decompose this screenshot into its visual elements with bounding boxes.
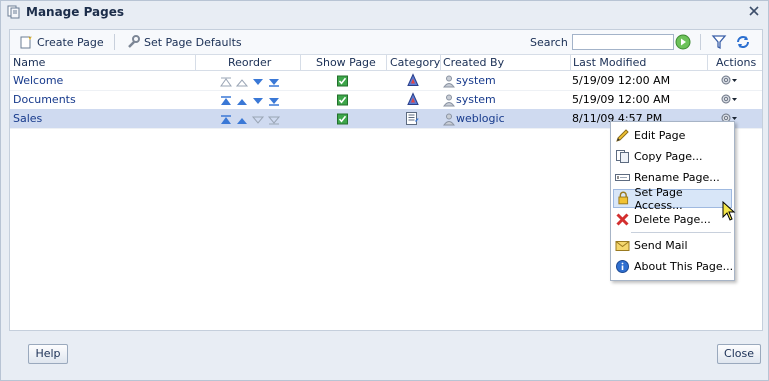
menu-item-label: Edit Page <box>634 129 686 142</box>
search-input[interactable] <box>572 34 674 50</box>
copy-icon <box>616 150 629 163</box>
wrench-icon <box>128 35 140 48</box>
close-icon[interactable] <box>748 5 760 17</box>
move-bottom-icon[interactable] <box>269 98 279 106</box>
checkbox-checked-icon[interactable] <box>337 112 348 126</box>
delete-x-icon <box>616 213 629 226</box>
move-bottom-icon[interactable] <box>269 79 279 87</box>
gear-actions-icon[interactable] <box>721 74 737 86</box>
created-by-link[interactable]: system <box>456 93 496 107</box>
pages-icon <box>7 5 20 19</box>
toolbar: Create Page Set Page Defaults Search <box>10 30 762 55</box>
column-category[interactable]: Category <box>390 56 440 70</box>
column-created-by[interactable]: Created By <box>443 56 504 70</box>
search-label: Search <box>530 36 568 49</box>
menu-item-delete-page[interactable]: Delete Page... <box>613 210 734 229</box>
gear-actions-icon[interactable] <box>721 93 737 105</box>
move-bottom-icon[interactable] <box>267 116 280 125</box>
column-divider <box>440 54 441 70</box>
table-row[interactable]: Documents system 5/19/09 12:00 AM <box>10 90 762 110</box>
menu-separator <box>631 232 731 233</box>
checkbox-checked-icon[interactable] <box>337 74 348 88</box>
category-icon <box>407 73 419 86</box>
document-category-icon <box>406 112 419 125</box>
move-top-icon[interactable] <box>221 115 231 124</box>
new-page-icon <box>20 36 32 49</box>
move-up-icon[interactable] <box>237 118 247 124</box>
column-divider <box>570 54 571 70</box>
menu-item-label: Copy Page... <box>634 150 703 163</box>
column-show-page: Show Page <box>316 56 376 69</box>
last-modified: 5/19/09 12:00 AM <box>572 93 671 106</box>
dialog-titlebar: Manage Pages <box>1 1 768 23</box>
menu-item-set-page-access[interactable]: Set Page Access... <box>613 186 732 212</box>
column-divider <box>195 54 196 70</box>
user-icon <box>443 94 455 107</box>
menu-item-label: Rename Page... <box>634 171 720 184</box>
reorder-controls <box>220 77 279 87</box>
column-actions: Actions <box>716 56 757 69</box>
move-top-icon[interactable] <box>220 77 232 87</box>
table-row[interactable]: Welcome system 5/19/09 12:00 AM <box>10 71 762 91</box>
menu-item-label: About This Page... <box>634 260 734 273</box>
menu-item-copy-page[interactable]: Copy Page... <box>613 147 734 166</box>
created-by-link[interactable]: weblogic <box>456 112 505 126</box>
pencil-icon <box>616 129 629 142</box>
dialog-title: Manage Pages <box>26 5 125 19</box>
set-page-defaults-button[interactable]: Set Page Defaults <box>126 34 242 50</box>
checkbox-checked-icon[interactable] <box>337 93 348 107</box>
toolbar-separator <box>114 34 115 50</box>
user-icon <box>443 113 455 126</box>
created-by-link[interactable]: system <box>456 74 496 88</box>
column-divider <box>300 54 301 70</box>
filter-icon[interactable] <box>711 34 727 50</box>
column-last-modified[interactable]: Last Modified <box>573 56 646 70</box>
help-button[interactable]: Help <box>28 344 68 364</box>
last-modified: 5/19/09 12:00 AM <box>572 74 671 87</box>
category-icon <box>407 92 419 105</box>
close-button[interactable]: Close <box>717 344 761 364</box>
mail-icon <box>615 241 630 251</box>
mouse-pointer-icon <box>722 201 736 221</box>
reorder-controls <box>221 96 279 106</box>
move-down-icon[interactable] <box>251 116 265 124</box>
menu-item-label: Delete Page... <box>634 213 711 226</box>
refresh-icon[interactable] <box>735 34 751 50</box>
column-reorder: Reorder <box>228 56 272 69</box>
move-up-icon[interactable] <box>235 79 249 87</box>
rename-icon <box>615 174 630 181</box>
manage-pages-dialog: Manage Pages Create Page Set Page Defaul… <box>0 0 769 381</box>
table-header: Name Reorder Show Page Category Created … <box>10 54 762 71</box>
move-top-icon[interactable] <box>221 96 231 105</box>
move-down-icon[interactable] <box>253 98 263 104</box>
reorder-controls <box>221 115 280 125</box>
search-go-icon[interactable] <box>675 34 691 50</box>
page-name-link[interactable]: Sales <box>13 112 42 126</box>
menu-item-send-mail[interactable]: Send Mail <box>613 236 734 255</box>
menu-item-about-page[interactable]: About This Page... <box>613 257 734 276</box>
menu-item-label: Send Mail <box>634 239 688 252</box>
set-page-defaults-label: Set Page Defaults <box>144 35 242 49</box>
move-up-icon[interactable] <box>237 99 247 105</box>
toolbar-separator <box>700 34 701 50</box>
create-page-label: Create Page <box>37 35 104 49</box>
column-divider <box>386 54 387 70</box>
lock-icon <box>618 191 629 205</box>
page-actions-menu: Edit Page Copy Page... Rename Page... Se… <box>610 121 735 281</box>
move-down-icon[interactable] <box>253 79 263 85</box>
page-name-link[interactable]: Welcome <box>13 74 63 88</box>
create-page-button[interactable]: Create Page <box>19 34 104 50</box>
menu-item-label: Set Page Access... <box>634 185 683 212</box>
user-icon <box>443 75 455 88</box>
column-name[interactable]: Name <box>13 56 45 70</box>
page-name-link[interactable]: Documents <box>13 93 76 107</box>
menu-item-rename-page[interactable]: Rename Page... <box>613 168 734 187</box>
menu-item-edit-page[interactable]: Edit Page <box>613 126 734 145</box>
column-divider <box>707 54 708 70</box>
info-icon <box>616 260 629 273</box>
